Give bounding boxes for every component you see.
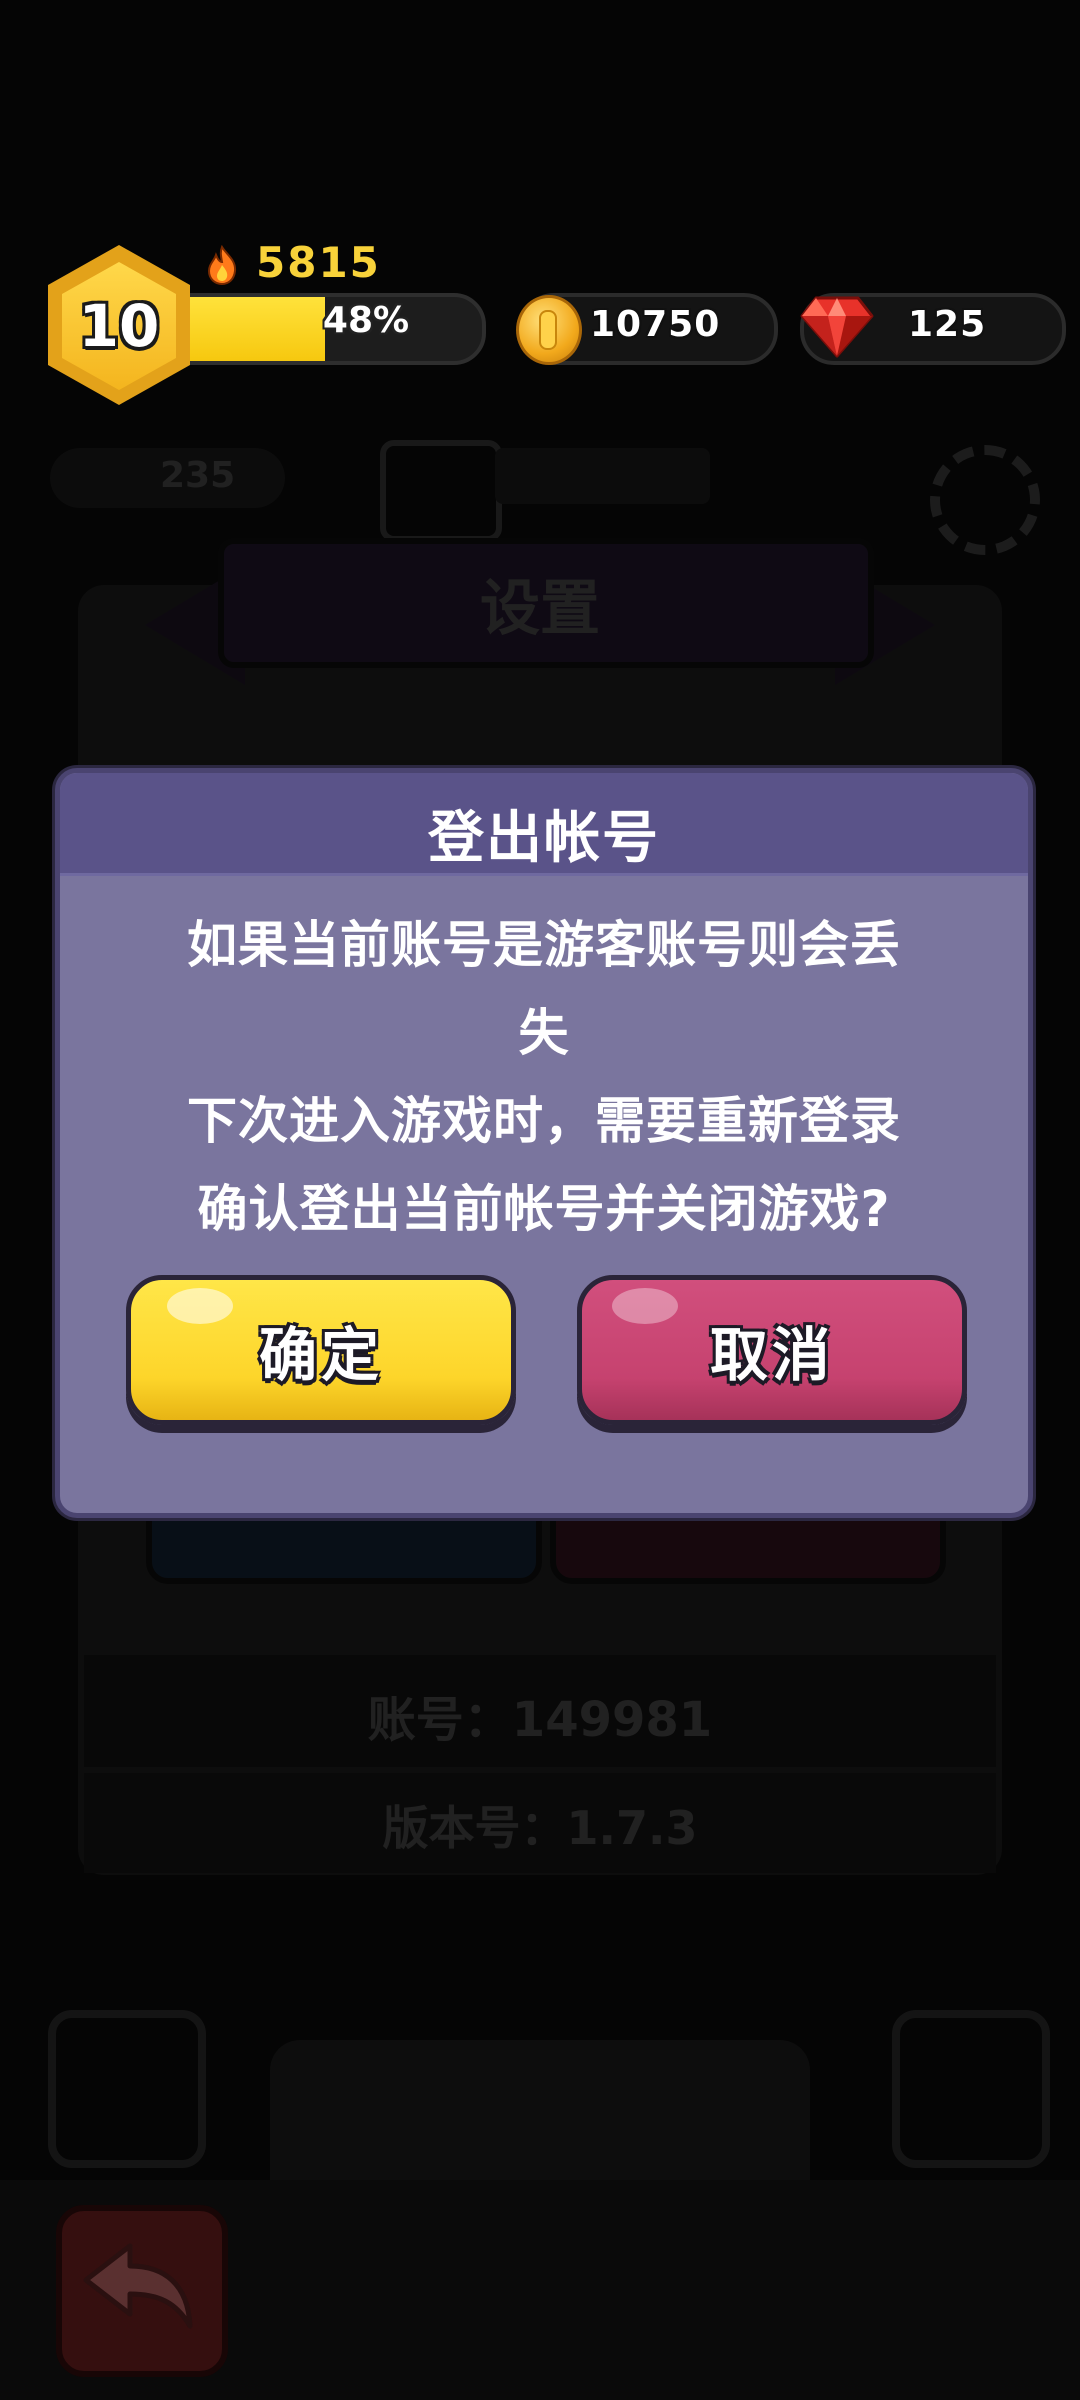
nav-left-icon[interactable]	[48, 2010, 206, 2168]
dialog-message-line: 失	[518, 1004, 570, 1062]
gem-icon	[800, 296, 874, 358]
coin-value: 10750	[590, 304, 721, 345]
coin-icon	[516, 295, 582, 365]
settings-title: 设置	[480, 574, 600, 644]
xp-percent: 48%	[322, 300, 410, 341]
event-icon[interactable]	[380, 440, 502, 542]
confirm-button[interactable]: 确定	[126, 1275, 516, 1425]
account-id: 账号：149981	[367, 1692, 713, 1748]
gem-value: 125	[908, 304, 987, 345]
dialog-message-line: 如果当前账号是游客账号则会丢	[187, 916, 901, 974]
level-number: 10	[78, 292, 160, 360]
dialog-title: 登出帐号	[428, 806, 660, 871]
dialog-message-line: 确认登出当前帐号并关闭游戏?	[197, 1180, 891, 1238]
fire-icon	[207, 245, 237, 285]
stat-value: 235	[160, 455, 236, 496]
notice-box[interactable]	[495, 448, 710, 504]
power-value: 5815	[256, 238, 381, 287]
gear-icon[interactable]	[930, 445, 1040, 555]
cancel-button-label: 取消	[709, 1321, 834, 1389]
logout-dialog: 登出帐号 如果当前账号是游客账号则会丢 失 下次进入游戏时，需要重新登录 确认登…	[55, 768, 1033, 1518]
cancel-button[interactable]: 取消	[577, 1275, 967, 1425]
xp-bar-fill	[180, 297, 325, 361]
dialog-message-line: 下次进入游戏时，需要重新登录	[187, 1092, 901, 1150]
nav-right-icon[interactable]	[892, 2010, 1050, 2168]
back-arrow-icon	[83, 2243, 193, 2329]
confirm-button-label: 确定	[258, 1321, 383, 1389]
version-label: 版本号：1.7.3	[382, 1801, 698, 1855]
button-shine	[167, 1288, 233, 1324]
button-shine	[612, 1288, 678, 1324]
